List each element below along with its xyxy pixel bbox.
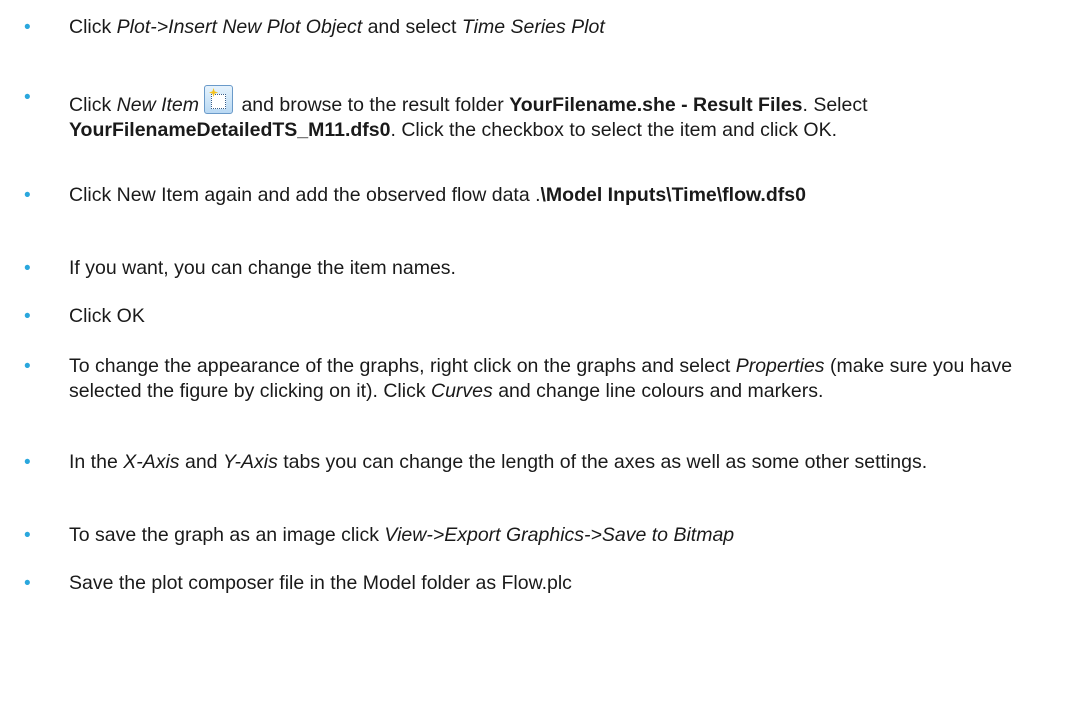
- instruction-slide: • Click Plot->Insert New Plot Object and…: [0, 0, 1088, 715]
- x-axis-tab-label: X-Axis: [123, 451, 180, 473]
- bullet-text: Click OK: [69, 305, 145, 327]
- result-file-name: YourFilenameDetailedTS_M11.dfs0: [69, 119, 391, 141]
- new-item-icon[interactable]: [204, 85, 234, 114]
- bullet-dot: •: [24, 17, 31, 38]
- properties-menu-label: Properties: [735, 355, 825, 377]
- bullet-text: Click Plot->Insert New Plot Object and s…: [69, 15, 1069, 40]
- text-segment: tabs you can change the length of the ax…: [277, 451, 928, 473]
- bullet-text: Save the plot composer file in the Model…: [69, 572, 572, 594]
- text-segment: and: [179, 451, 223, 473]
- export-menu-path: View->Export Graphics->Save to Bitmap: [384, 524, 735, 546]
- text-segment: and browse to the result folder: [236, 94, 510, 116]
- bullet-text: To save the graph as an image click View…: [69, 523, 1069, 548]
- sheet-shape: [211, 94, 227, 109]
- text-segment: and select: [362, 16, 462, 38]
- text-segment: In the: [69, 451, 124, 473]
- text-segment: . Select: [802, 94, 868, 116]
- plot-type: Time Series Plot: [461, 16, 605, 38]
- bullet-text: In the X-Axis and Y-Axis tabs you can ch…: [69, 450, 1069, 475]
- bullet-text: If you want, you can change the item nam…: [69, 257, 456, 279]
- bullet-text: Click New Item and browse to the result …: [69, 85, 1069, 143]
- text-segment: . Click the checkbox to select the item …: [390, 119, 838, 141]
- result-folder-name: YourFilename.she - Result Files: [509, 94, 803, 116]
- text-segment: Click: [69, 16, 117, 38]
- text-segment: and change line colours and markers.: [492, 380, 824, 402]
- text-segment: Click New Item again and add the observe…: [69, 184, 541, 206]
- bullet-dot: •: [24, 573, 31, 594]
- curves-tab-label: Curves: [431, 380, 493, 402]
- text-segment: To change the appearance of the graphs, …: [69, 355, 736, 377]
- menu-path: Plot->Insert New Plot Object: [116, 16, 363, 38]
- bullet-dot: •: [24, 356, 31, 377]
- bullet-dot: •: [24, 525, 31, 546]
- bullet-text: To change the appearance of the graphs, …: [69, 354, 1069, 404]
- new-item-label: New Item: [116, 94, 200, 116]
- bullet-dot: •: [24, 87, 31, 108]
- bullet-dot: •: [24, 258, 31, 279]
- text-segment: To save the graph as an image click: [69, 524, 385, 546]
- text-segment: Click: [69, 94, 117, 116]
- bullet-dot: •: [24, 306, 31, 327]
- y-axis-tab-label: Y-Axis: [222, 451, 278, 473]
- bullet-text: Click New Item again and add the observe…: [69, 183, 1069, 208]
- flow-file-path: \Model Inputs\Time\flow.dfs0: [540, 184, 806, 206]
- bullet-dot: •: [24, 452, 31, 473]
- bullet-dot: •: [24, 185, 31, 206]
